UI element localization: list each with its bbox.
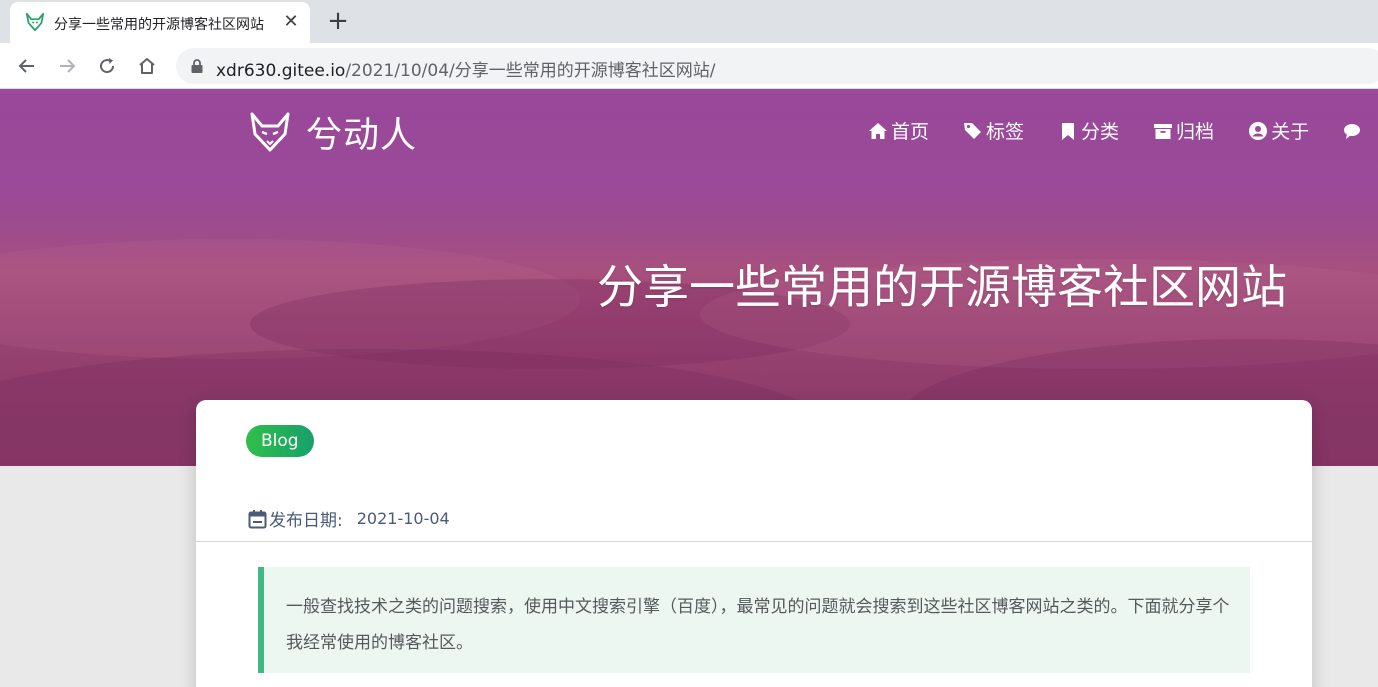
archive-icon: [1154, 123, 1173, 139]
arrow-right-icon: [60, 59, 76, 73]
home-icon: [869, 122, 887, 139]
tab-title: 分享一些常用的开源博客社区网站: [54, 17, 264, 33]
url-text: xdr630.gitee.io/2021/10/04/分享一些常用的开源博客社区…: [216, 56, 716, 81]
post-meta: 发布日期: 2021-10-04: [248, 506, 450, 531]
nav-label: 标签: [986, 121, 1025, 143]
date-label: 发布日期:: [269, 511, 343, 531]
address-bar[interactable]: xdr630.gitee.io/2021/10/04/分享一些常用的开源博客社区…: [176, 48, 1378, 84]
browser-tab-strip: 分享一些常用的开源博客社区网站 ✕ +: [0, 0, 1378, 43]
fox-logo-icon: [250, 112, 290, 152]
url-path: /2021/10/04/分享一些常用的开源博客社区网站/: [345, 61, 716, 81]
home-button[interactable]: [132, 51, 162, 81]
date-value: 2021-10-04: [356, 509, 450, 528]
nav-label: 归档: [1176, 121, 1215, 143]
nav-item-categories[interactable]: 分类: [1058, 117, 1119, 144]
arrow-left-icon: [18, 59, 34, 73]
forward-button[interactable]: [52, 51, 82, 81]
nav-item-comments[interactable]: [1343, 121, 1366, 141]
tab-close-icon[interactable]: ✕: [280, 11, 302, 33]
post-card: Blog 发布日期: 2021-10-04 一般查找技术之类的问题搜索，使用中文…: [196, 400, 1312, 687]
nav-item-tags[interactable]: 标签: [963, 117, 1024, 144]
nav-label: 关于: [1271, 121, 1310, 143]
nav-item-home[interactable]: 首页: [868, 117, 929, 144]
post-title: 分享一些常用的开源博客社区网站: [597, 260, 1287, 314]
intro-blockquote: 一般查找技术之类的问题搜索，使用中文搜索引擎（百度），最常见的问题就会搜索到这些…: [258, 567, 1250, 673]
web-page: 兮动人 首页 标签 分类 归档 关于 分享一些常用的开源博客社区网站 Blog …: [0, 89, 1378, 687]
user-circle-icon: [1249, 121, 1268, 140]
nav-item-archive[interactable]: 归档: [1153, 117, 1214, 144]
calendar-icon: [248, 509, 267, 528]
tags-icon: [964, 122, 982, 139]
home-outline-icon: [139, 58, 155, 74]
bookmark-icon: [1062, 122, 1075, 140]
lock-icon: [191, 59, 203, 73]
nav-label: 首页: [891, 121, 930, 143]
meta-divider: [196, 541, 1312, 542]
site-brand[interactable]: 兮动人: [248, 107, 417, 157]
reload-button[interactable]: [92, 51, 122, 81]
url-host: xdr630.gitee.io: [216, 61, 346, 81]
site-name: 兮动人: [306, 115, 418, 156]
fox-favicon-icon: [25, 12, 45, 32]
back-button[interactable]: [12, 51, 42, 81]
post-tag-badge[interactable]: Blog: [246, 425, 314, 457]
nav-item-about[interactable]: 关于: [1248, 117, 1309, 144]
new-tab-button[interactable]: +: [324, 8, 352, 36]
reload-icon: [100, 58, 115, 74]
browser-toolbar: xdr630.gitee.io/2021/10/04/分享一些常用的开源博客社区…: [0, 43, 1378, 89]
nav-label: 分类: [1081, 121, 1120, 143]
main-nav: 首页 标签 分类 归档 关于: [868, 117, 1378, 144]
browser-tab[interactable]: 分享一些常用的开源博客社区网站 ✕: [10, 2, 310, 43]
comments-icon: [1344, 123, 1361, 139]
